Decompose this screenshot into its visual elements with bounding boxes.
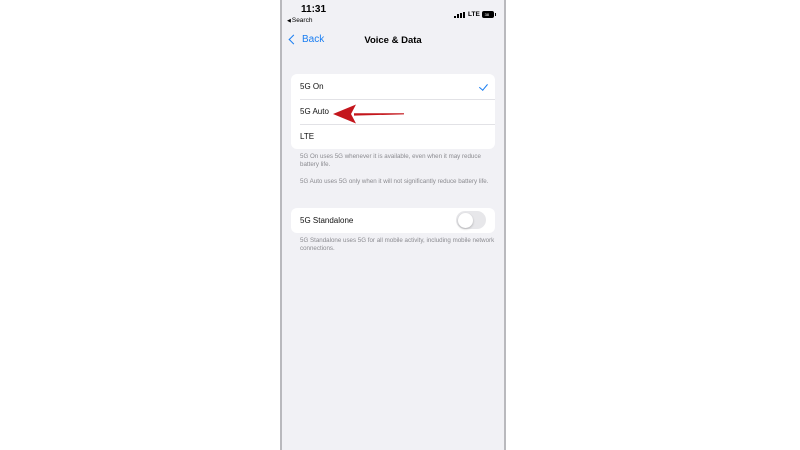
phone-screen: 11:31 ◀Search LTE 38 Voice & Data Back 5… <box>280 0 506 450</box>
network-type: LTE <box>468 11 480 18</box>
option-label: LTE <box>300 132 315 141</box>
status-time: 11:31 <box>301 4 327 15</box>
footnote-5g-on: 5G On uses 5G whenever it is available, … <box>300 153 481 168</box>
standalone-toggle[interactable] <box>456 211 486 229</box>
annotation-arrow-icon <box>333 104 404 124</box>
navigation-bar: Voice & Data Back <box>282 30 504 52</box>
status-indicators: LTE 38 <box>454 10 497 19</box>
standalone-row: 5G Standalone <box>291 208 495 233</box>
option-5g-on[interactable]: 5G On <box>291 74 495 99</box>
toggle-knob <box>457 212 473 228</box>
back-button[interactable]: Back <box>287 34 324 45</box>
back-triangle-icon: ◀ <box>287 18 291 24</box>
battery-tip-icon <box>494 13 497 16</box>
status-bar: 11:31 ◀Search LTE 38 <box>282 0 504 30</box>
back-to-search-link[interactable]: ◀Search <box>287 17 312 24</box>
battery-icon: 38 <box>481 11 494 18</box>
battery-level: 38 <box>484 12 490 17</box>
option-label: 5G Auto <box>300 107 329 116</box>
chevron-left-icon <box>288 34 299 45</box>
back-app-label: Search <box>291 17 313 24</box>
screenshot-canvas: 11:31 ◀Search LTE 38 Voice & Data Back 5… <box>0 0 800 450</box>
footnote-5g-auto: 5G Auto uses 5G only when it will not si… <box>300 178 489 185</box>
checkmark-icon <box>478 81 488 91</box>
option-lte[interactable]: LTE <box>291 124 495 149</box>
footnote-standalone: 5G Standalone uses 5G for all mobile act… <box>300 237 495 252</box>
signal-strength-icon <box>454 11 466 18</box>
option-label: 5G On <box>300 82 324 91</box>
standalone-group: 5G Standalone <box>291 208 495 233</box>
back-button-label: Back <box>302 34 325 45</box>
standalone-label: 5G Standalone <box>300 216 354 225</box>
